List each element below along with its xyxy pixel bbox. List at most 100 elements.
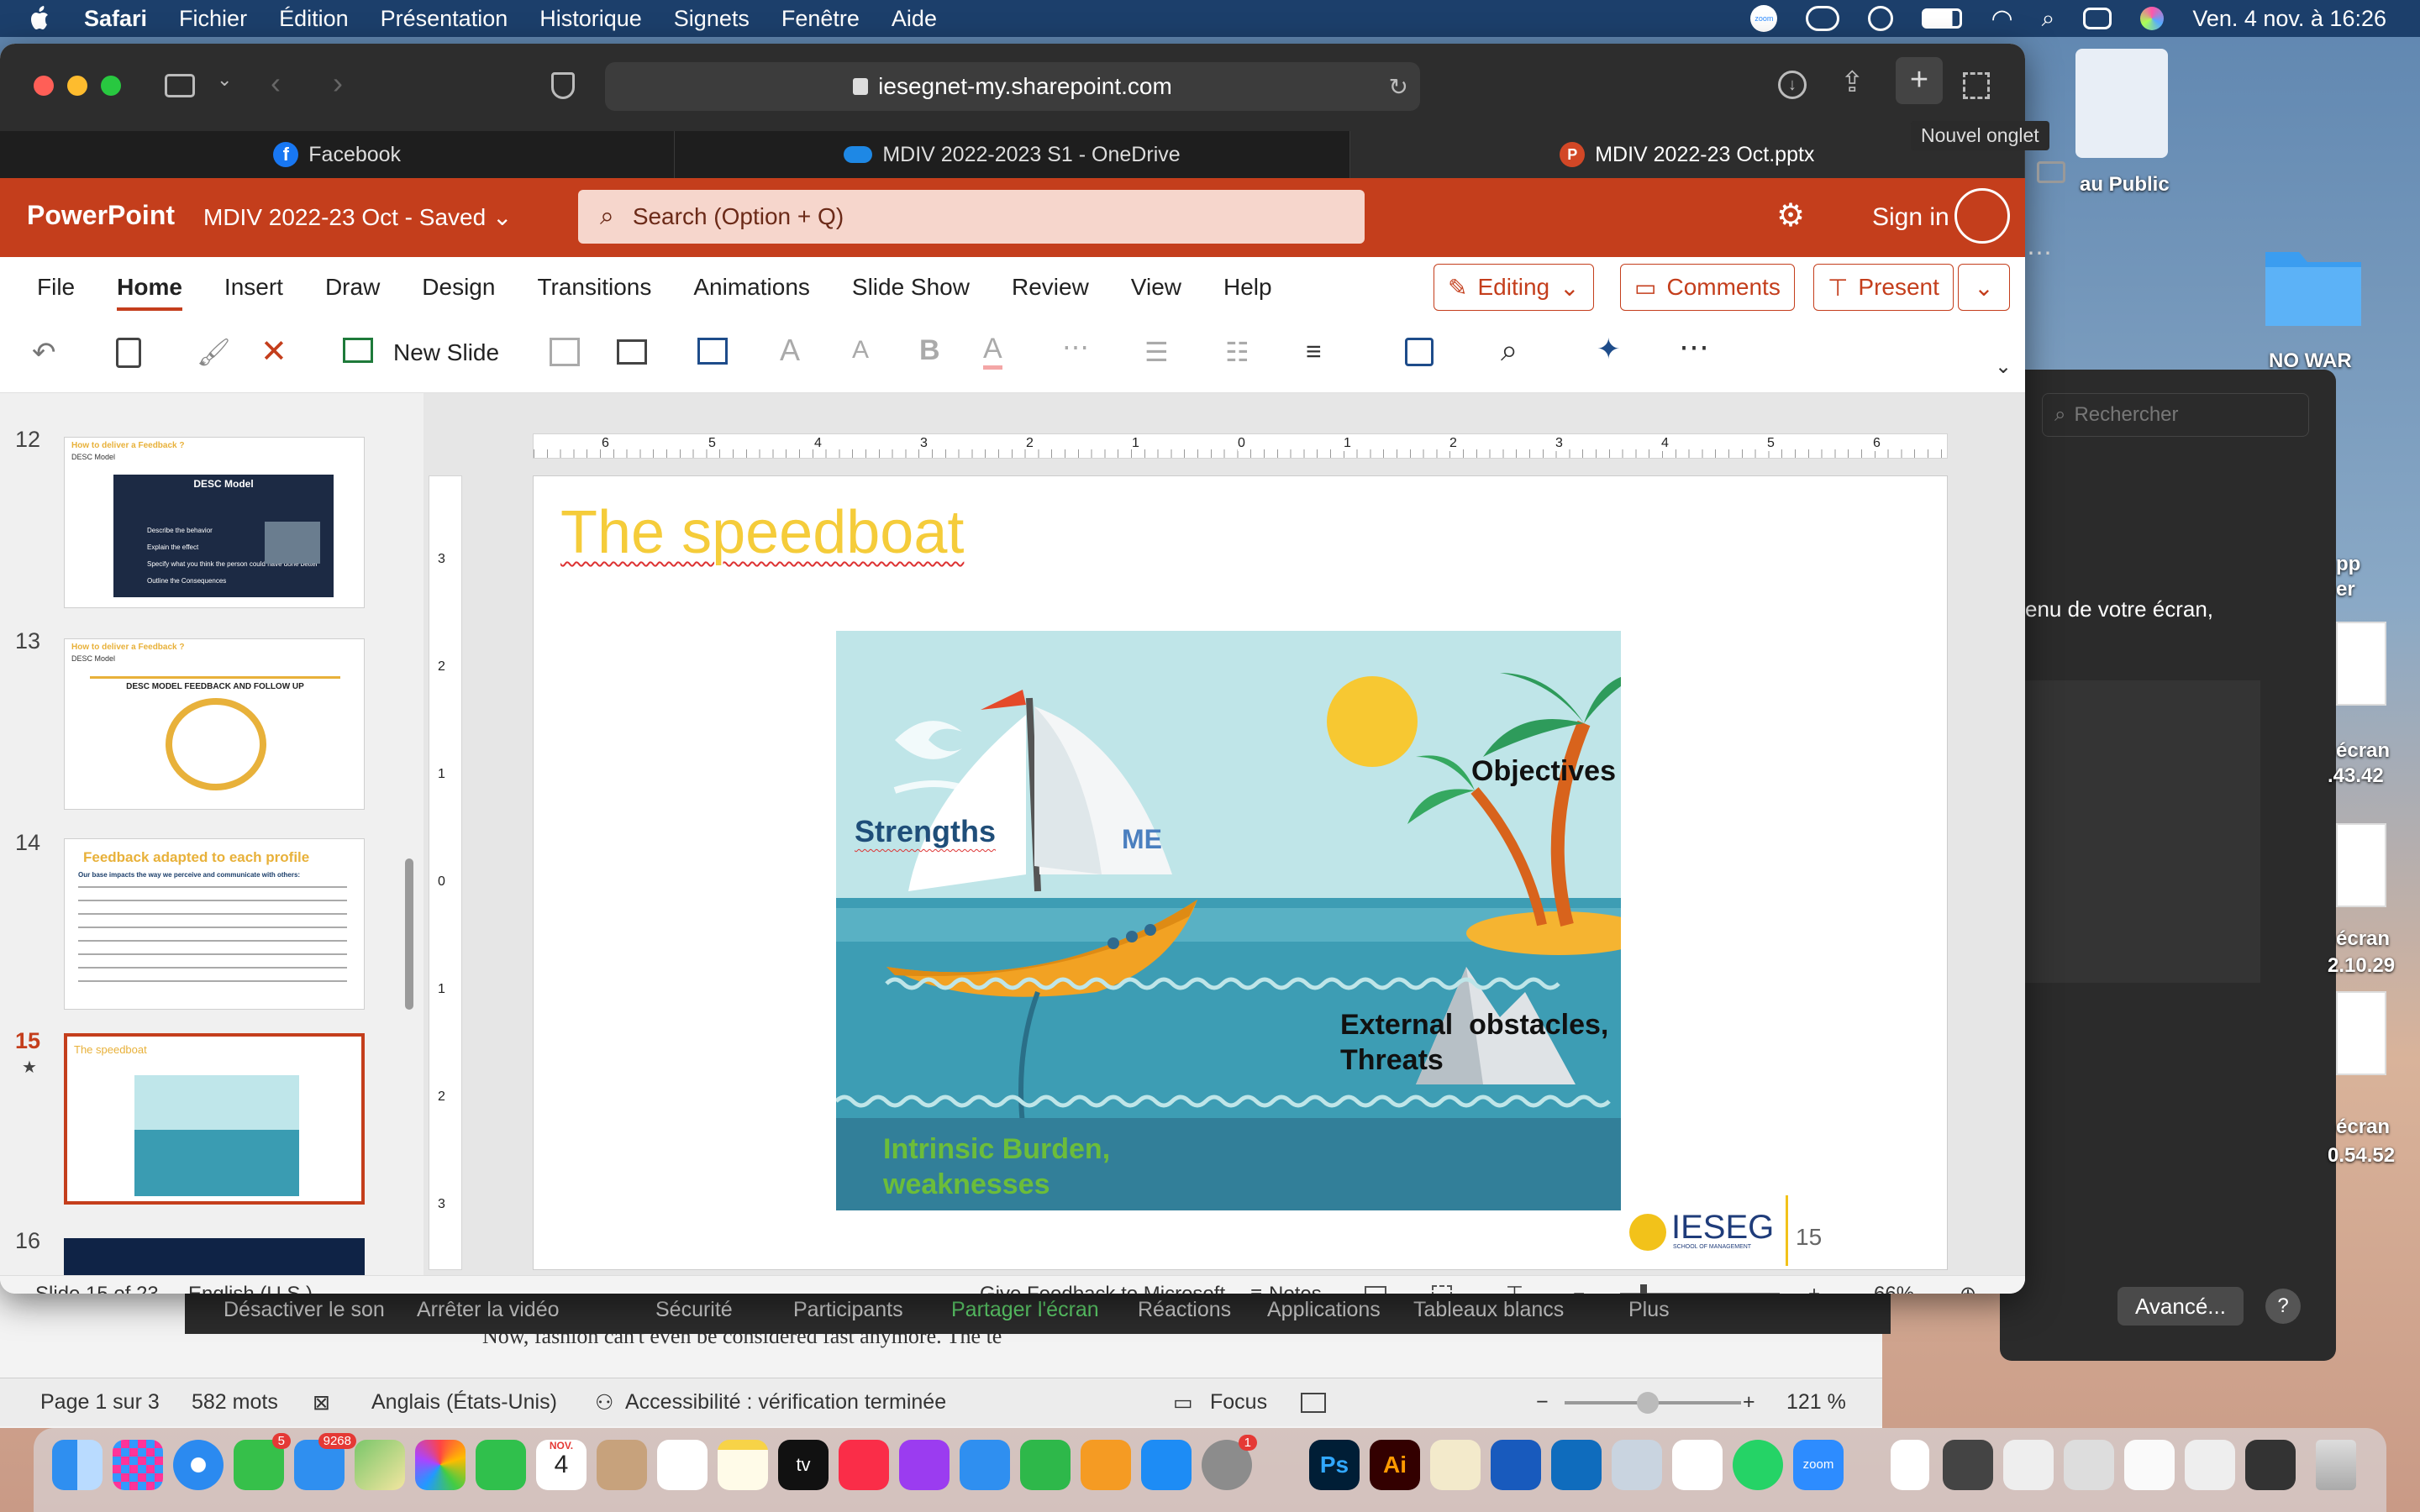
photos-icon[interactable] — [415, 1440, 466, 1490]
contacts-icon[interactable] — [597, 1440, 647, 1490]
new-slide-button[interactable]: New Slide — [393, 339, 499, 366]
numbers-icon[interactable] — [1020, 1440, 1071, 1490]
zoom-security-button[interactable]: Sécurité — [655, 1298, 733, 1322]
tab-facebook[interactable]: f Facebook — [0, 131, 676, 178]
delete-icon[interactable]: ✕ — [260, 333, 287, 370]
clipboard-icon[interactable] — [116, 338, 141, 368]
app-store-icon[interactable] — [1141, 1440, 1192, 1490]
label-obstacles-line1[interactable]: External obstacles, — [1340, 1009, 1608, 1042]
preview-icon[interactable] — [1430, 1440, 1481, 1490]
zoom-app-icon[interactable]: zoom — [1793, 1440, 1844, 1490]
font-color-icon[interactable]: A — [983, 333, 1002, 370]
close-window-button[interactable] — [34, 76, 54, 96]
recent-window-icon[interactable] — [1943, 1440, 1993, 1490]
word-zoom-knob[interactable] — [1637, 1392, 1659, 1414]
slide-info[interactable]: Slide 15 of 23 — [35, 1283, 159, 1294]
recent-window-icon[interactable] — [2124, 1440, 2175, 1490]
more-options-icon[interactable]: ⋯ — [1679, 329, 1709, 365]
tab-transitions[interactable]: Transitions — [537, 274, 651, 301]
zoom-reactions-button[interactable]: Réactions — [1138, 1298, 1231, 1322]
document-icon[interactable] — [1891, 1440, 1929, 1490]
designer-icon[interactable]: ✦ — [1597, 333, 1621, 366]
folder-icon[interactable] — [2259, 227, 2368, 336]
sidebar-icon[interactable] — [165, 74, 195, 97]
word-language[interactable]: Anglais (États-Unis) — [371, 1390, 557, 1415]
recent-window-icon[interactable] — [2064, 1440, 2114, 1490]
sidebar-toggle-icon[interactable] — [2037, 161, 2065, 183]
font-decrease-icon[interactable]: A — [852, 336, 869, 365]
label-strengths[interactable]: Strengths — [855, 814, 996, 849]
editing-mode-button[interactable]: ✎ Editing ⌄ — [1434, 264, 1594, 311]
zoom-mute-button[interactable]: Désactiver le son — [224, 1298, 385, 1322]
proofing-icon[interactable]: ⊠ — [313, 1390, 330, 1415]
address-bar[interactable]: iesegnet-my.sharepoint.com ↻ — [605, 62, 1420, 111]
avatar-icon[interactable] — [1954, 188, 2010, 244]
format-painter-icon[interactable]: 🖌 — [197, 336, 231, 368]
clock[interactable]: Ven. 4 nov. à 16:26 — [2192, 6, 2386, 32]
bold-icon[interactable]: B — [919, 334, 940, 367]
whatsapp-icon[interactable] — [1733, 1440, 1783, 1490]
zoom-help-button[interactable]: ? — [2265, 1289, 2301, 1324]
numbering-icon[interactable]: ☷ — [1225, 336, 1249, 368]
word-focus[interactable]: Focus — [1210, 1390, 1267, 1415]
slide-thumbnail-12[interactable]: How to deliver a Feedback ? DESC Model D… — [64, 437, 365, 608]
illustrator-icon[interactable]: Ai — [1370, 1440, 1420, 1490]
new-tab-button[interactable]: + — [1896, 57, 1943, 104]
chevron-down-icon[interactable]: ⌄ — [217, 69, 232, 91]
new-slide-icon[interactable] — [343, 338, 373, 363]
present-options-button[interactable]: ⌄ — [1958, 264, 2010, 311]
tab-onedrive[interactable]: MDIV 2022-2023 S1 - OneDrive — [675, 131, 1350, 178]
desktop-tableau-icon[interactable] — [2075, 49, 2168, 158]
remote-desktop-icon[interactable] — [1612, 1440, 1662, 1490]
zoom-whiteboards-button[interactable]: Tableaux blancs — [1413, 1298, 1564, 1322]
back-arrow-icon[interactable]: ‹ — [271, 66, 281, 101]
trash-icon[interactable] — [2316, 1440, 2356, 1490]
wifi-icon[interactable]: ◠ — [1991, 4, 2012, 34]
menu-edition[interactable]: Édition — [279, 6, 349, 32]
word-icon[interactable] — [1491, 1440, 1541, 1490]
zoom-plus[interactable]: + — [1743, 1390, 1755, 1415]
tab-animations[interactable]: Animations — [693, 274, 810, 301]
menu-signets[interactable]: Signets — [674, 6, 750, 32]
zoom-minus[interactable]: − — [1536, 1390, 1549, 1415]
reminders-icon[interactable] — [657, 1440, 708, 1490]
battery-icon[interactable] — [1922, 8, 1963, 29]
slide-canvas[interactable]: The speedboat Strengths ME Objectives Ex… — [533, 475, 1948, 1270]
system-preferences-icon[interactable]: 1 — [1202, 1435, 1257, 1490]
keynote-icon[interactable] — [960, 1440, 1010, 1490]
layout-icon[interactable] — [617, 339, 647, 365]
shapes-icon[interactable] — [1405, 338, 1434, 366]
doc-title[interactable]: MDIV 2022-23 Oct - Saved ⌄ — [203, 203, 512, 231]
label-burden-line2[interactable]: weaknesses — [883, 1168, 1050, 1201]
menu-app-name[interactable]: Safari — [84, 6, 147, 32]
sign-in-link[interactable]: Sign in — [1872, 203, 1949, 232]
shield-icon[interactable] — [551, 72, 575, 99]
find-icon[interactable]: ⌕ — [1501, 333, 1518, 369]
slide-title[interactable]: The speedboat — [560, 498, 964, 567]
tab-design[interactable]: Design — [422, 274, 495, 301]
zoom-search-input[interactable]: ⌕ Rechercher — [2042, 393, 2309, 437]
play-circle-icon[interactable] — [1868, 6, 1894, 31]
screenshot-thumb-icon[interactable] — [2336, 622, 2386, 706]
zoom-level[interactable]: 66% — [1874, 1283, 1914, 1294]
zoom-out-button[interactable]: − — [1573, 1283, 1585, 1294]
forward-arrow-icon[interactable]: › — [333, 66, 343, 101]
undo-icon[interactable]: ↶ — [32, 336, 56, 370]
zoom-share-button[interactable]: Partager l'écran — [951, 1298, 1099, 1322]
tab-home[interactable]: Home — [117, 274, 182, 311]
maps-icon[interactable] — [355, 1440, 405, 1490]
label-me[interactable]: ME — [1122, 824, 1162, 855]
zoom-more-button[interactable]: Plus — [1628, 1298, 1670, 1322]
word-page-count[interactable]: Page 1 sur 3 — [40, 1390, 160, 1415]
normal-view-icon[interactable] — [1365, 1285, 1386, 1294]
reload-icon[interactable]: ↻ — [1389, 73, 1408, 101]
tab-slide-show[interactable]: Slide Show — [852, 274, 970, 301]
zoom-apps-button[interactable]: Applications — [1267, 1298, 1381, 1322]
zoom-status-icon[interactable]: zoom — [1750, 5, 1778, 32]
feedback-link[interactable]: Give Feedback to Microsoft — [980, 1283, 1225, 1294]
thumbnail-scrollbar[interactable] — [405, 858, 413, 1010]
chevron-down-icon[interactable]: ⌄ — [1995, 354, 2012, 379]
control-center-icon[interactable] — [2083, 8, 2112, 29]
tab-help[interactable]: Help — [1223, 274, 1272, 301]
menu-fichier[interactable]: Fichier — [179, 6, 247, 32]
